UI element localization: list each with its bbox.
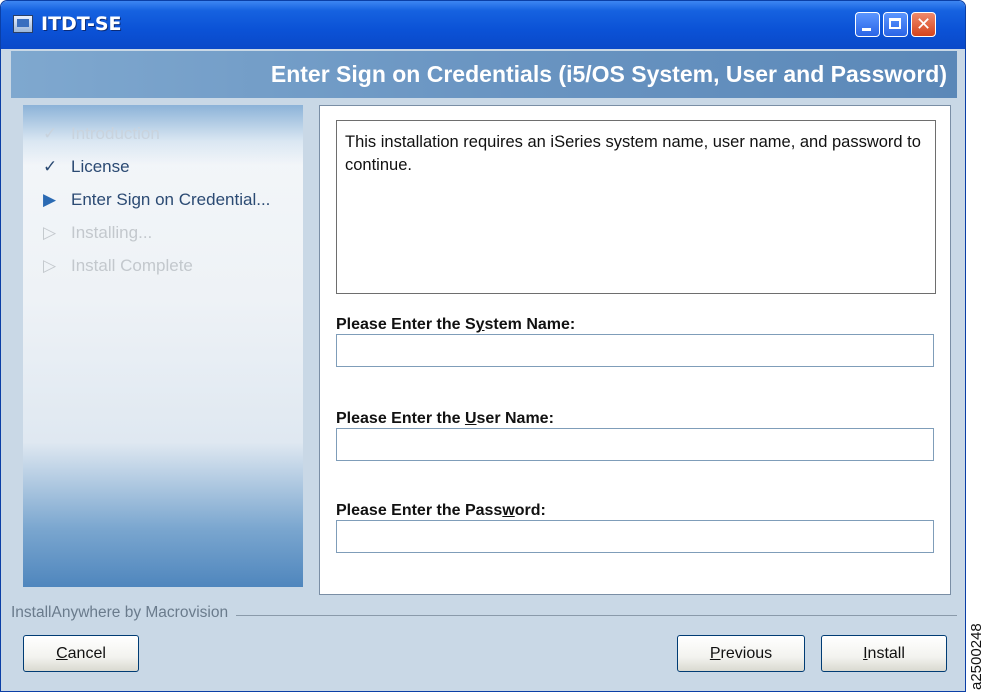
pending-step-arrow-icon: ▷ bbox=[43, 223, 57, 242]
system-name-label: Please Enter the System Name: bbox=[336, 316, 576, 333]
steps-panel: ✓ Introduction ✓ License ▶ Enter Sign on Cr… bbox=[23, 105, 303, 587]
system-name-input[interactable] bbox=[336, 334, 934, 367]
previous-button[interactable]: Previous bbox=[677, 635, 805, 672]
password-label: Please Enter the Password: bbox=[336, 502, 546, 519]
step-enter-credentials: ▶ Enter Sign on Credential... bbox=[23, 183, 303, 216]
step-introduction: ✓ Introduction bbox=[23, 117, 303, 150]
close-icon[interactable]: ✕ bbox=[911, 12, 936, 37]
step-install-complete: ▷ Install Complete bbox=[23, 249, 303, 282]
brand-label: InstallAnywhere by Macrovision bbox=[11, 604, 237, 622]
step-license: ✓ License bbox=[23, 150, 303, 183]
step-label: Installing... bbox=[71, 223, 153, 242]
brand-separator: InstallAnywhere by Macrovision bbox=[11, 604, 957, 626]
step-label: Introduction bbox=[71, 124, 160, 143]
step-label: Install Complete bbox=[71, 256, 193, 275]
password-input[interactable] bbox=[336, 520, 934, 553]
page-title: Enter Sign on Credentials (i5/OS System,… bbox=[270, 61, 947, 87]
pending-step-arrow-icon: ▷ bbox=[43, 256, 57, 275]
user-name-label: Please Enter the User Name: bbox=[336, 410, 554, 427]
step-label: License bbox=[71, 157, 130, 176]
step-label: Enter Sign on Credential... bbox=[71, 190, 271, 209]
credentials-panel: This installation requires an iSeries sy… bbox=[319, 105, 951, 595]
step-header: Enter Sign on Credentials (i5/OS System,… bbox=[11, 51, 957, 98]
cancel-button[interactable]: Cancel bbox=[23, 635, 139, 672]
user-name-input[interactable] bbox=[336, 428, 934, 461]
figure-code: a2500248 bbox=[968, 623, 985, 690]
intro-message: This installation requires an iSeries sy… bbox=[336, 120, 936, 294]
install-button[interactable]: Install bbox=[821, 635, 947, 672]
installer-window: ITDT-SE ✕ Enter Sign on Credentials (i5/… bbox=[0, 0, 966, 692]
checkmark-icon: ✓ bbox=[43, 124, 58, 143]
minimize-icon[interactable] bbox=[855, 12, 880, 37]
maximize-icon[interactable] bbox=[883, 12, 908, 37]
current-step-arrow-icon: ▶ bbox=[43, 190, 57, 209]
checkmark-icon: ✓ bbox=[43, 157, 58, 176]
window-title: ITDT-SE bbox=[41, 13, 122, 35]
title-bar[interactable]: ITDT-SE ✕ bbox=[1, 1, 965, 49]
step-installing: ▷ Installing... bbox=[23, 216, 303, 249]
installer-app-icon bbox=[13, 15, 33, 33]
